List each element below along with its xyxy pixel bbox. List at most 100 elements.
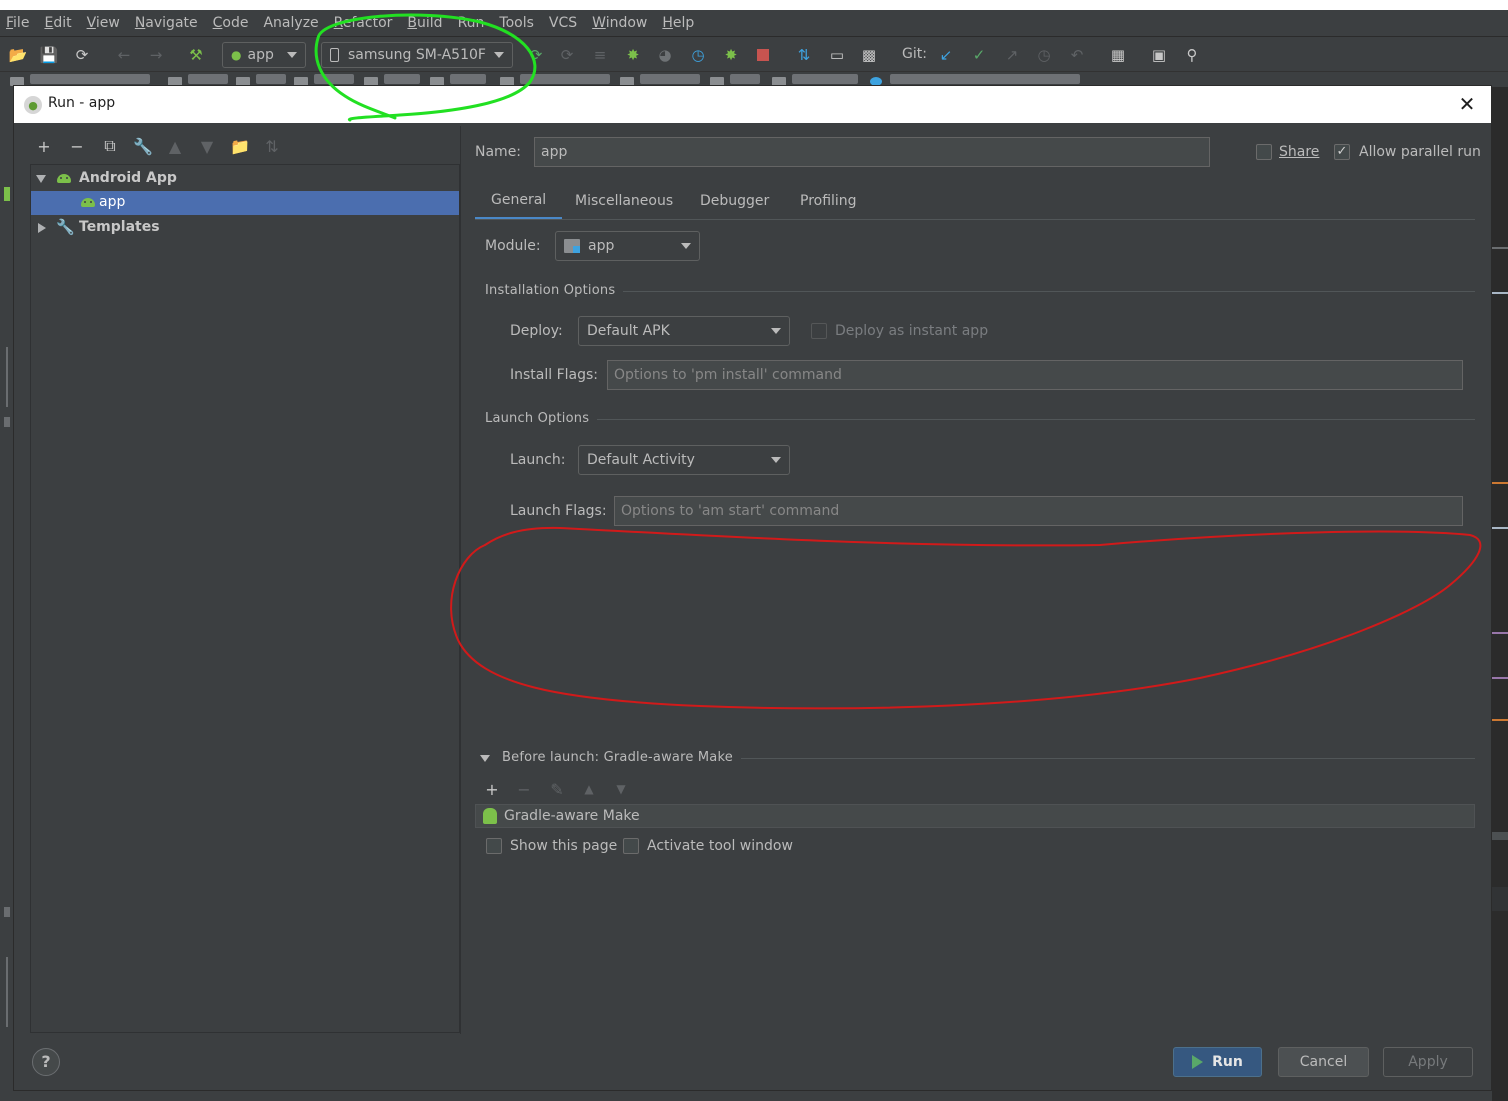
- breadcrumb-segment: [730, 74, 760, 84]
- git-commit-icon[interactable]: ✓: [969, 45, 989, 65]
- menu-build[interactable]: Build: [407, 15, 442, 31]
- tab-profiling[interactable]: Profiling: [784, 182, 873, 220]
- launch-flags-input[interactable]: Options to 'am start' command: [614, 496, 1463, 526]
- sync-gradle-icon[interactable]: ⇅: [794, 45, 814, 65]
- tool-window-tab[interactable]: [6, 957, 8, 1027]
- show-page-checkbox[interactable]: [486, 838, 502, 854]
- coverage-icon[interactable]: ◕: [655, 45, 675, 65]
- git-update-icon[interactable]: ↙: [936, 45, 956, 65]
- menu-vcs[interactable]: VCS: [549, 15, 577, 31]
- tree-item-app[interactable]: app: [31, 191, 459, 215]
- code-fragment: [1492, 832, 1508, 840]
- left-tool-strip: [0, 87, 14, 1101]
- back-arrow-icon[interactable]: ←: [114, 45, 134, 65]
- install-flags-input[interactable]: Options to 'pm install' command: [607, 360, 1463, 390]
- move-down-icon[interactable]: ▼: [611, 779, 631, 799]
- menu-run[interactable]: Run: [458, 15, 485, 31]
- tab-debugger[interactable]: Debugger: [684, 182, 785, 220]
- remove-icon[interactable]: −: [67, 136, 87, 156]
- deploy-instant-checkbox[interactable]: [811, 323, 827, 339]
- launch-combo[interactable]: Default Activity: [578, 445, 790, 475]
- cancel-button[interactable]: Cancel: [1278, 1047, 1369, 1077]
- sort-icon[interactable]: ⇅: [262, 136, 282, 156]
- run-list-icon[interactable]: ≡: [590, 45, 610, 65]
- git-history-icon[interactable]: ◷: [1034, 45, 1054, 65]
- module-combo[interactable]: app: [555, 231, 700, 261]
- chevron-down-icon: [681, 243, 691, 249]
- sdk-manager-icon[interactable]: ▩: [859, 45, 879, 65]
- close-button[interactable]: ✕: [1457, 94, 1477, 114]
- activate-tool-checkbox[interactable]: [623, 838, 639, 854]
- run-button[interactable]: Run: [1173, 1047, 1262, 1077]
- avd-manager-icon[interactable]: ▭: [827, 45, 847, 65]
- stop-icon[interactable]: [753, 45, 773, 65]
- attach-debugger-icon[interactable]: ✸: [721, 45, 741, 65]
- gradle-task-row[interactable]: Gradle-aware Make: [475, 804, 1475, 828]
- menu-view[interactable]: View: [87, 15, 120, 31]
- project-structure-icon[interactable]: ▦: [1108, 45, 1128, 65]
- main-toolbar: 📂 💾 ⟳ ← → ⚒ ● app samsung SM-A510F ⟳ ⟳ ≡…: [0, 36, 1508, 72]
- move-up-icon[interactable]: ▲: [579, 779, 599, 799]
- wrench-icon[interactable]: 🔧: [133, 136, 153, 156]
- sync-icon[interactable]: ⟳: [72, 45, 92, 65]
- tool-window-icon[interactable]: [4, 417, 10, 427]
- expand-arrow-icon[interactable]: [36, 175, 46, 183]
- menu-help[interactable]: Help: [662, 15, 694, 31]
- menu-edit[interactable]: Edit: [44, 15, 71, 31]
- new-folder-icon[interactable]: 📁: [230, 136, 250, 156]
- device-combo[interactable]: samsung SM-A510F: [321, 42, 513, 68]
- move-up-icon[interactable]: ▲: [165, 136, 185, 156]
- android-icon: [81, 198, 95, 207]
- add-icon[interactable]: +: [34, 136, 54, 156]
- git-rollback-icon[interactable]: ↶: [1067, 45, 1087, 65]
- apply-button[interactable]: Apply: [1383, 1047, 1473, 1077]
- tool-window-tab[interactable]: [6, 347, 8, 407]
- before-launch-section: Before launch: Gradle-aware Make: [502, 750, 1475, 766]
- search-icon[interactable]: ⚲: [1182, 45, 1202, 65]
- debug-bug-icon[interactable]: ✸: [623, 45, 643, 65]
- tab-miscellaneous[interactable]: Miscellaneous: [559, 182, 689, 220]
- menu-code[interactable]: Code: [213, 15, 249, 31]
- menu-bar: File Edit View Navigate Code Analyze Ref…: [0, 10, 1508, 35]
- save-icon[interactable]: 💾: [39, 45, 59, 65]
- run-config-combo[interactable]: ● app: [222, 42, 306, 68]
- edit-pencil-icon[interactable]: ✎: [547, 779, 567, 799]
- add-icon[interactable]: +: [482, 779, 502, 799]
- open-folder-icon[interactable]: 📂: [8, 45, 28, 65]
- pane-splitter[interactable]: [460, 126, 461, 1034]
- code-fragment: [1492, 632, 1508, 634]
- terminal-icon[interactable]: ▣: [1149, 45, 1169, 65]
- forward-arrow-icon[interactable]: →: [146, 45, 166, 65]
- copy-icon[interactable]: ⧉: [100, 136, 120, 156]
- android-icon: [483, 808, 497, 824]
- apply-code-changes-icon[interactable]: ⟳: [557, 45, 577, 65]
- remove-icon[interactable]: −: [514, 779, 534, 799]
- tab-general[interactable]: General: [475, 182, 563, 220]
- deploy-combo[interactable]: Default APK: [578, 316, 790, 346]
- profile-gauge-icon[interactable]: ◷: [688, 45, 708, 65]
- move-down-icon[interactable]: ▼: [197, 136, 217, 156]
- launch-label: Launch:: [510, 452, 566, 468]
- menu-navigate[interactable]: Navigate: [135, 15, 198, 31]
- menu-window[interactable]: Window: [592, 15, 647, 31]
- tree-item-templates[interactable]: 🔧 Templates: [31, 216, 459, 240]
- allow-parallel-checkbox[interactable]: ✓: [1334, 144, 1350, 160]
- deploy-value: Default APK: [587, 323, 670, 339]
- collapse-arrow-icon[interactable]: [38, 223, 46, 233]
- build-hammer-icon[interactable]: ⚒: [186, 45, 206, 65]
- name-input[interactable]: app: [534, 137, 1210, 167]
- collapse-arrow-icon[interactable]: [480, 755, 490, 762]
- gradle-task-label: Gradle-aware Make: [504, 808, 640, 824]
- menu-analyze[interactable]: Analyze: [263, 15, 318, 31]
- menu-file[interactable]: File: [6, 15, 29, 31]
- tool-window-icon[interactable]: [4, 187, 10, 201]
- apply-changes-icon[interactable]: ⟳: [526, 45, 546, 65]
- menu-refactor[interactable]: Refactor: [334, 15, 393, 31]
- dialog-title: Run - app: [48, 95, 116, 111]
- git-push-icon[interactable]: ↗: [1002, 45, 1022, 65]
- tree-item-android-app[interactable]: Android App: [31, 167, 459, 191]
- tool-window-icon[interactable]: [4, 907, 10, 917]
- menu-tools[interactable]: Tools: [499, 15, 534, 31]
- share-checkbox[interactable]: [1256, 144, 1272, 160]
- help-button[interactable]: ?: [32, 1048, 60, 1076]
